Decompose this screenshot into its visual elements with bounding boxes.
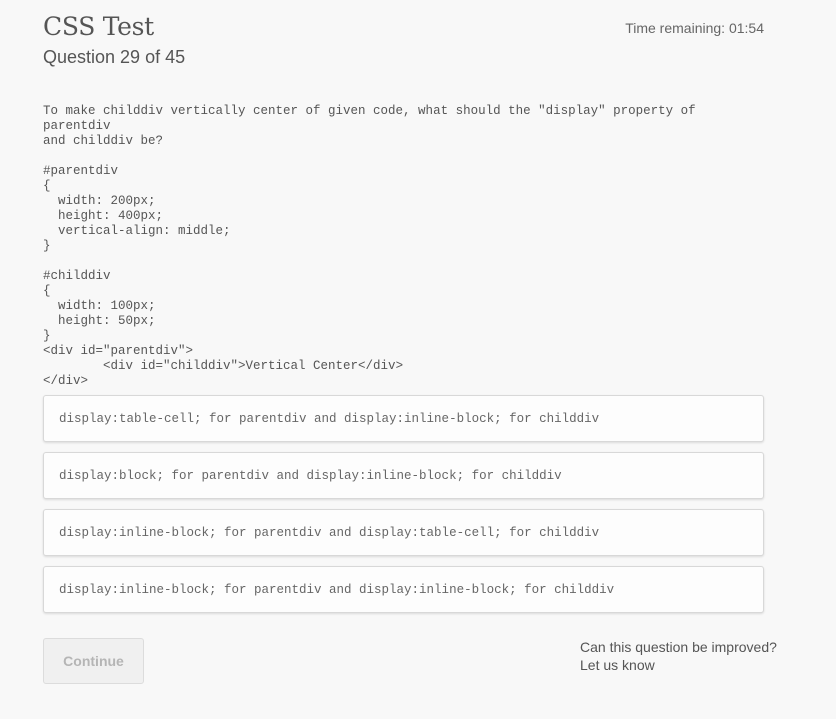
answer-option-text: display:inline-block; for parentdiv and … [59,525,600,540]
question-counter: Question 29 of 45 [43,47,186,67]
answer-option-text: display:block; for parentdiv and display… [59,468,562,483]
feedback-link[interactable]: Let us know [580,656,777,674]
answer-option-2[interactable]: display:block; for parentdiv and display… [43,452,764,499]
timer-value: 01:54 [728,20,764,36]
answer-option-1[interactable]: display:table-cell; for parentdiv and di… [43,395,764,442]
feedback-question: Can this question be improved? [580,639,777,655]
answer-option-text: display:table-cell; for parentdiv and di… [59,411,600,426]
question-text: To make childdiv vertically center of gi… [43,104,696,388]
answer-option-text: display:inline-block; for parentdiv and … [59,582,615,597]
test-title: CSS Test [43,12,154,41]
time-remaining: Time remaining: 01:54 [625,20,764,36]
answer-option-4[interactable]: display:inline-block; for parentdiv and … [43,566,764,613]
continue-button[interactable]: Continue [43,638,144,684]
header: CSS Test Question 29 of 45 Time remainin… [43,12,764,72]
answer-option-3[interactable]: display:inline-block; for parentdiv and … [43,509,764,556]
feedback-section: Can this question be improved? Let us kn… [580,638,777,674]
answer-options: display:table-cell; for parentdiv and di… [43,395,764,623]
timer-label: Time remaining: [625,20,726,36]
